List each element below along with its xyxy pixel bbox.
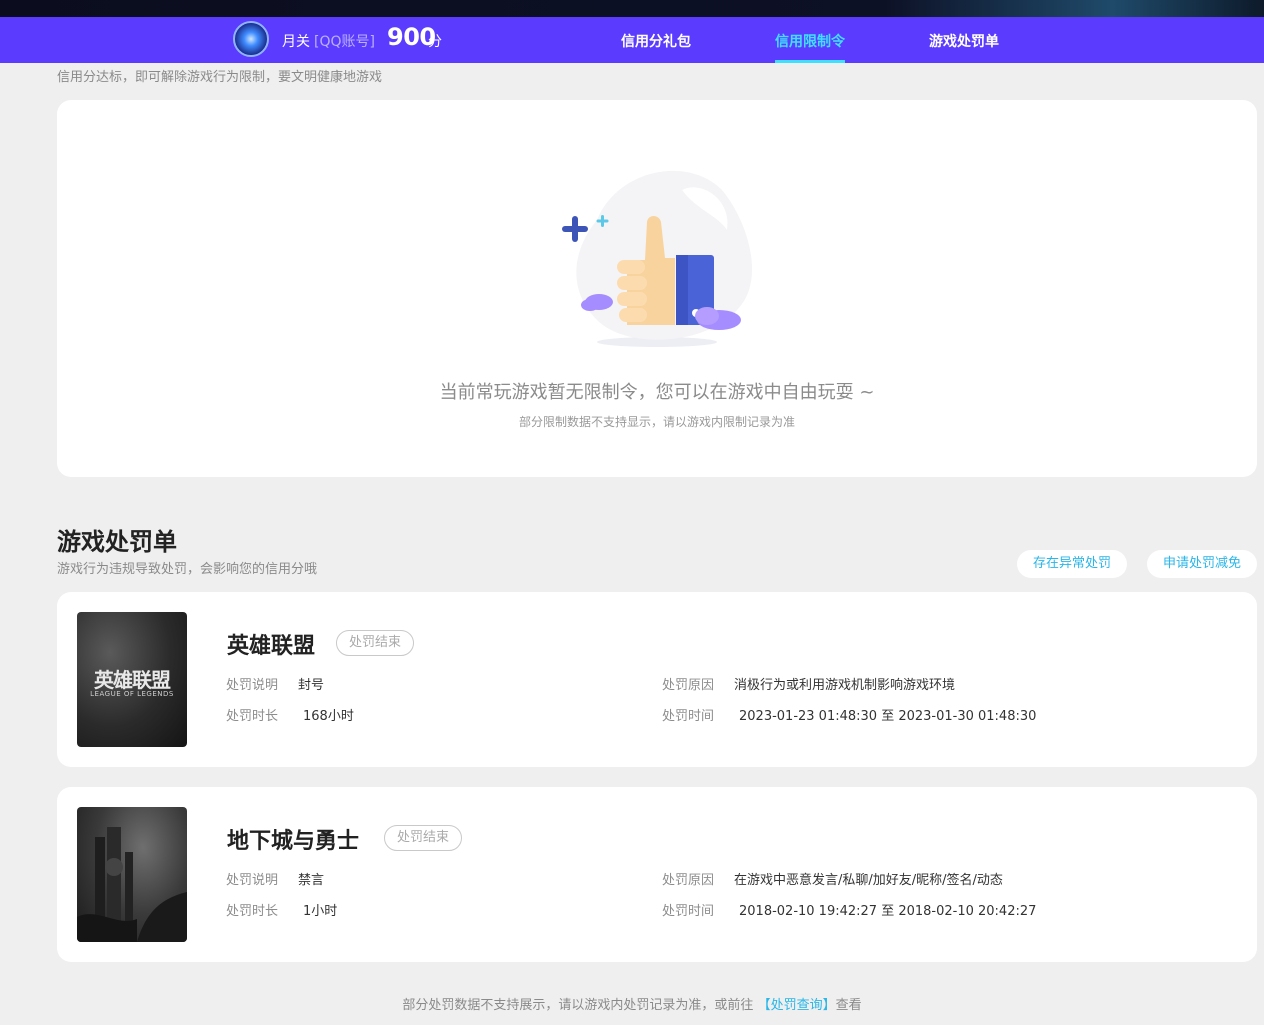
game-name: 地下城与勇士 [227, 829, 360, 854]
abnormal-penalty-button[interactable]: 存在异常处罚 [1017, 550, 1127, 578]
game-name: 英雄联盟 [227, 634, 316, 659]
cover-logo-subtext: LEAGUE OF LEGENDS [90, 690, 174, 698]
tab-penalty-list[interactable]: 游戏处罚单 [929, 31, 999, 51]
empty-title: 当前常玩游戏暂无限制令，您可以在游戏中自由玩耍 ~ [439, 382, 875, 403]
account-type: [QQ账号] [314, 34, 375, 50]
penalty-card: 地下城与勇士 处罚结束 处罚说明 禁言 处罚时长 1小时 处罚原因 在游戏中恶意… [57, 787, 1257, 962]
duration-value: 1小时 [303, 904, 338, 919]
penalty-card: 英雄联盟 LEAGUE OF LEGENDS 英雄联盟 处罚结束 处罚说明 封号… [57, 592, 1257, 767]
footer-text-after: 查看 [835, 998, 862, 1013]
reason-value: 在游戏中恶意发言/私聊/加好友/昵称/签名/动态 [734, 873, 1003, 888]
penalty-query-link[interactable]: 【处罚查询】 [758, 998, 836, 1013]
dnf-cover-art [77, 827, 187, 942]
username: 月关 [282, 34, 310, 50]
game-cover-lol: 英雄联盟 LEAGUE OF LEGENDS [77, 612, 187, 747]
time-value: 2023-01-23 01:48:30 至 2023-01-30 01:48:3… [739, 709, 1037, 724]
time-value: 2018-02-10 19:42:27 至 2018-02-10 20:42:2… [739, 904, 1037, 919]
reason-label: 处罚原因 [662, 873, 715, 888]
window-top-strip [0, 0, 1264, 17]
time-label: 处罚时间 [662, 904, 715, 919]
reduce-penalty-button[interactable]: 申请处罚减免 [1147, 550, 1257, 578]
desc-label: 处罚说明 [226, 678, 279, 693]
penalty-section-subtitle: 游戏行为违规导致处罚，会影响您的信用分哦 [57, 562, 318, 577]
status-badge: 处罚结束 [336, 630, 415, 656]
status-badge: 处罚结束 [384, 825, 463, 851]
desc-value: 封号 [298, 678, 325, 693]
reason-value: 消极行为或利用游戏机制影响游戏环境 [734, 678, 956, 693]
cover-logo-text: 英雄联盟 [94, 668, 171, 692]
user-avatar[interactable] [233, 21, 269, 57]
restriction-hint: 信用分达标，即可解除游戏行为限制，要文明健康地游戏 [57, 70, 383, 85]
duration-label: 处罚时长 [226, 904, 279, 919]
duration-label: 处罚时长 [226, 709, 279, 724]
credit-score-unit: 分 [428, 34, 442, 50]
footer-text: 部分处罚数据不支持展示，请以游戏内处罚记录为准，或前往 [402, 998, 754, 1013]
active-tab-indicator [775, 60, 845, 63]
tab-restriction-order[interactable]: 信用限制令 [775, 31, 845, 51]
penalty-section-title: 游戏处罚单 [57, 528, 177, 556]
duration-value: 168小时 [303, 709, 354, 724]
game-cover-dnf [77, 807, 187, 942]
restriction-empty-card: 当前常玩游戏暂无限制令，您可以在游戏中自由玩耍 ~ 部分限制数据不支持显示，请以… [57, 100, 1257, 477]
empty-subtitle: 部分限制数据不支持显示，请以游戏内限制记录为准 [518, 415, 795, 429]
top-navbar: 月关 [QQ账号] 900 分 信用分礼包 信用限制令 游戏处罚单 [0, 17, 1264, 63]
time-label: 处罚时间 [662, 709, 715, 724]
footer-note: 部分处罚数据不支持展示，请以游戏内处罚记录为准，或前往 【处罚查询】查看 [0, 994, 1264, 1013]
desc-label: 处罚说明 [226, 873, 279, 888]
tab-credit-gift[interactable]: 信用分礼包 [621, 31, 691, 51]
reason-label: 处罚原因 [662, 678, 715, 693]
desc-value: 禁言 [298, 873, 325, 888]
thumbs-up-illustration [562, 170, 753, 347]
